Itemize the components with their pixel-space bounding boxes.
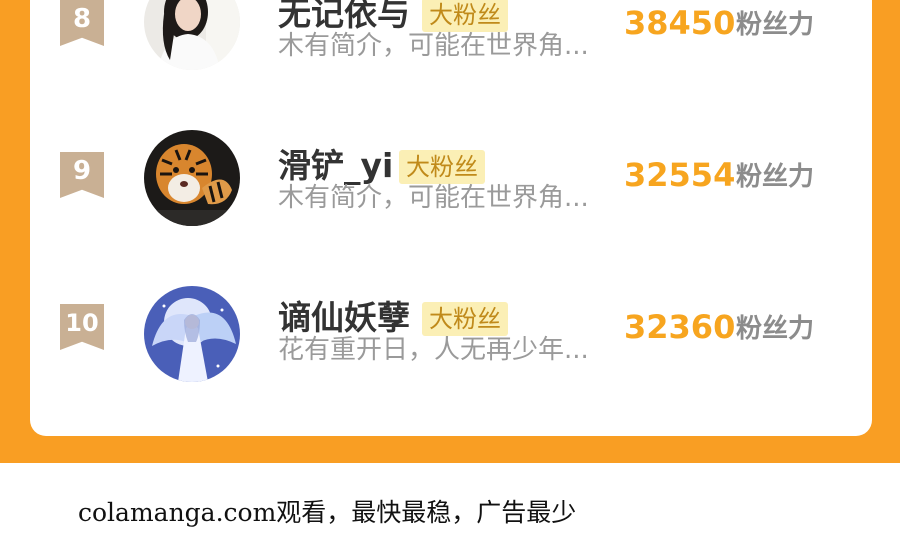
fan-score: 32360: [624, 308, 736, 346]
fan-level-badge: 大粉丝: [422, 302, 508, 336]
user-avatar[interactable]: [144, 0, 240, 70]
site-watermark-text: colamanga.com观看，最快最稳，广告最少: [78, 498, 577, 527]
rank-badge: 8: [60, 0, 104, 46]
fan-level-badge: 大粉丝: [422, 0, 508, 32]
ranking-row[interactable]: 9 滑铲_yi 大粉丝 木有简介，可能在世界角... 32554 粉丝力: [30, 130, 872, 250]
rank-badge: 10: [60, 304, 104, 350]
ranking-row[interactable]: 8 无记依与 大粉丝 木有简介，可能在世界角... 38450 粉丝力: [30, 0, 872, 100]
ranking-row[interactable]: 10 谪仙妖孽 大粉丝 花有重开日，人无再少年... 32360 粉丝力: [30, 282, 872, 402]
user-avatar[interactable]: [144, 286, 240, 382]
user-bio: 木有简介，可能在世界角...: [278, 183, 589, 213]
user-bio: 花有重开日，人无再少年...: [278, 335, 589, 365]
avatar-angel-icon: [144, 286, 240, 382]
user-name: 滑铲_yi: [278, 146, 394, 185]
avatar-tiger-icon: [144, 130, 240, 226]
user-avatar[interactable]: [144, 130, 240, 226]
avatar-girl-portrait-icon: [144, 0, 240, 70]
fan-score-unit: 粉丝力: [736, 162, 815, 192]
user-name: 谪仙妖孽: [278, 298, 410, 337]
fan-level-badge: 大粉丝: [399, 150, 485, 184]
fan-score-unit: 粉丝力: [736, 314, 815, 344]
ranking-card: 8 无记依与 大粉丝 木有简介，可能在世界角... 38450 粉丝力 9 滑铲…: [30, 0, 872, 436]
user-name: 无记依与: [278, 0, 410, 33]
rank-badge: 9: [60, 152, 104, 198]
fan-score: 32554: [624, 156, 736, 194]
fan-score-unit: 粉丝力: [736, 10, 815, 40]
user-bio: 木有简介，可能在世界角...: [278, 31, 589, 61]
fan-score: 38450: [624, 4, 736, 42]
